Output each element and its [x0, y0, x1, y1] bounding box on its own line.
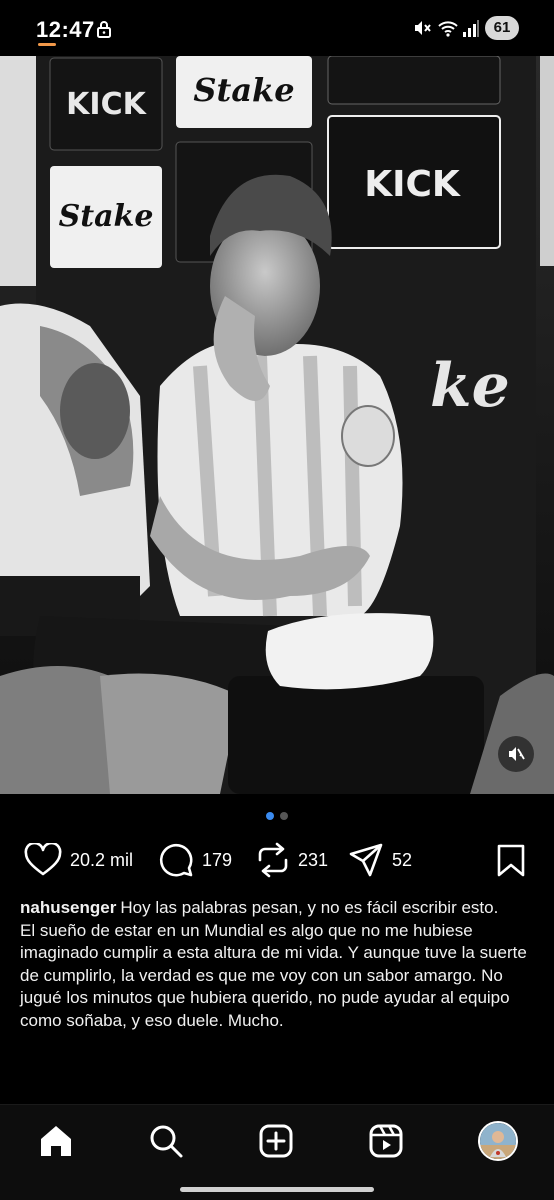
- svg-text:ke: ke: [430, 351, 510, 421]
- avatar-image: [480, 1123, 516, 1159]
- svg-text:KICK: KICK: [66, 87, 147, 122]
- mute-icon: [415, 21, 431, 35]
- like-count: 20.2 mil: [70, 849, 134, 870]
- caption-text: Hoy las palabras pesan, y no es fácil es…: [20, 898, 527, 1030]
- post-image[interactable]: KICK Stake Stake KICK ke: [0, 56, 554, 794]
- share-count: 52: [392, 849, 413, 870]
- caption-username[interactable]: nahusenger: [20, 898, 116, 917]
- photo-illustration: KICK Stake Stake KICK ke: [0, 56, 554, 794]
- repost-icon: [258, 842, 288, 878]
- repost-action[interactable]: 231: [256, 838, 328, 882]
- home-icon: [41, 1126, 71, 1156]
- like-action[interactable]: 20.2 mil: [24, 838, 133, 882]
- notification-indicator: [38, 43, 56, 46]
- post-actions: 20.2 mil 179 231 52: [0, 838, 554, 882]
- search-icon: [150, 1125, 183, 1158]
- carousel-indicator: [0, 812, 554, 820]
- bookmark-icon: [497, 844, 525, 877]
- svg-text:KICK: KICK: [364, 164, 461, 205]
- nav-home[interactable]: [36, 1121, 76, 1161]
- comment-count: 179: [202, 849, 233, 870]
- carousel-dot-active: [266, 812, 274, 820]
- bottom-navigation: [0, 1104, 554, 1200]
- nav-reels[interactable]: [366, 1121, 406, 1161]
- create-icon: [259, 1124, 293, 1158]
- carousel-dot: [280, 812, 288, 820]
- save-button[interactable]: [496, 844, 526, 883]
- share-action[interactable]: 52: [348, 838, 412, 882]
- battery-indicator: 61: [485, 16, 519, 40]
- comment-icon: [159, 843, 193, 877]
- nav-search[interactable]: [146, 1121, 186, 1161]
- sound-toggle-button[interactable]: [498, 736, 534, 772]
- repost-count: 231: [298, 849, 329, 870]
- post-caption: nahusenger Hoy las palabras pesan, y no e…: [20, 897, 535, 1033]
- comment-action[interactable]: 179: [158, 838, 232, 882]
- home-indicator: [180, 1187, 374, 1192]
- share-icon: [349, 843, 383, 877]
- profile-avatar[interactable]: [478, 1121, 518, 1161]
- signal-icon: [463, 20, 479, 37]
- status-time: 12:47: [36, 17, 95, 42]
- wifi-icon: [438, 21, 458, 37]
- sound-off-icon: [509, 747, 525, 761]
- lock-icon: [97, 21, 111, 38]
- heart-icon: [24, 843, 62, 876]
- reels-icon: [369, 1124, 403, 1158]
- nav-create[interactable]: [256, 1121, 296, 1161]
- svg-text:Stake: Stake: [193, 71, 294, 109]
- svg-text:Stake: Stake: [59, 199, 154, 234]
- status-bar: 12:47 61: [0, 0, 554, 56]
